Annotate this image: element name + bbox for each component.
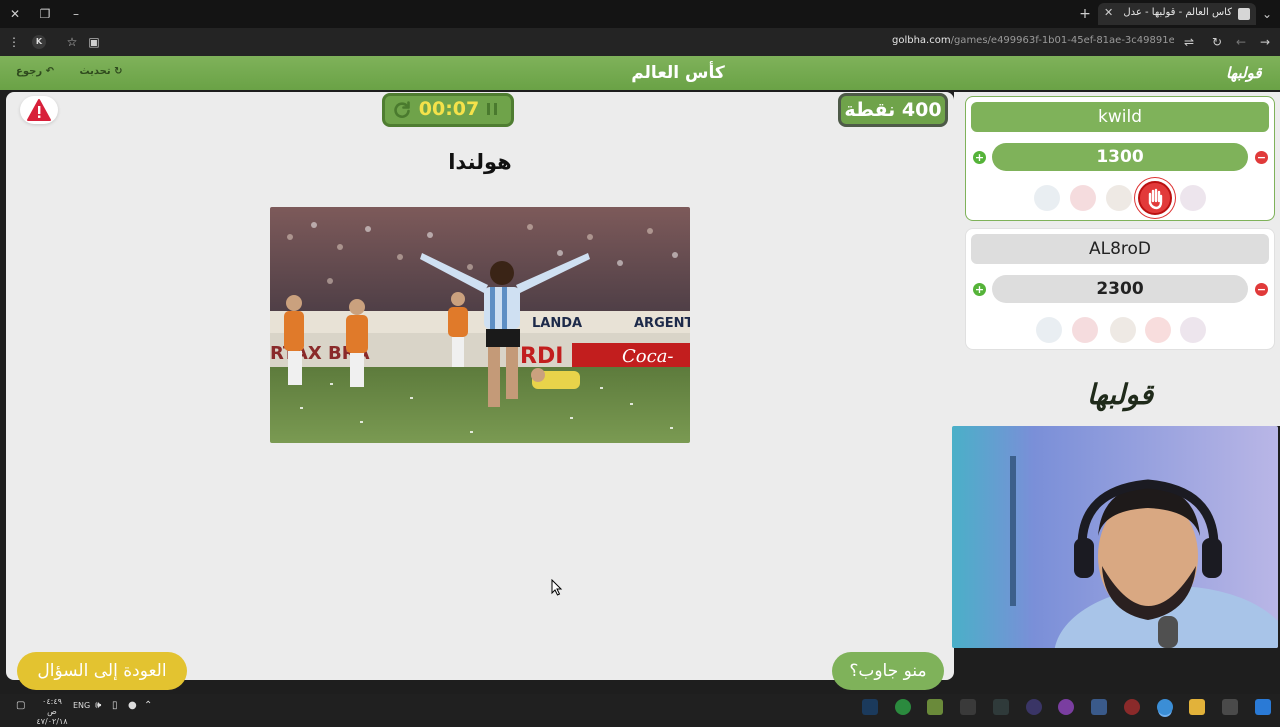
url-host: golbha.com: [892, 35, 951, 46]
back-icon[interactable]: →: [1257, 34, 1273, 50]
browser-tab[interactable]: ✕ كأس العالم - قولبها - عدل قبل لا: [1098, 3, 1256, 25]
webcam-feed: [952, 426, 1278, 648]
capcut-icon[interactable]: [960, 699, 976, 715]
refresh-button[interactable]: تحديث ↻: [74, 66, 128, 82]
timer-helper-icon[interactable]: [1036, 317, 1062, 343]
obs-icon[interactable]: [1058, 699, 1074, 715]
clock-time: ٠٤:٤٩ ص: [42, 697, 62, 716]
back-label: رجوع: [16, 66, 43, 77]
question-image: LANDA ARGENT RTAX BRA RDI Coca-: [270, 207, 690, 443]
xbox-icon[interactable]: [993, 699, 1009, 715]
url-field[interactable]: golbha.com/games/e499963f-1b01-45ef-81ae…: [892, 35, 1174, 46]
recorder-icon[interactable]: [1124, 699, 1140, 715]
report-button[interactable]: [20, 96, 58, 124]
pause-icon[interactable]: [485, 101, 499, 117]
subtract-score-icon[interactable]: −: [1255, 151, 1268, 164]
team-name: AL8roD: [971, 234, 1269, 264]
team-score: 2300: [992, 275, 1248, 303]
show-hidden-icons-icon[interactable]: ⌃: [144, 700, 152, 711]
refresh-icon: ↻: [114, 66, 123, 77]
chrome-icon[interactable]: [1157, 699, 1173, 715]
back-button[interactable]: رجوع ↶: [10, 66, 60, 82]
stop-hand-helper-icon[interactable]: [1138, 181, 1172, 215]
team-score: 1300: [992, 143, 1248, 171]
extensions-icon[interactable]: ▣: [86, 34, 102, 50]
taskbar-clock[interactable]: ٠٤:٤٩ ص ٤٧/٠٢/١٨: [36, 697, 68, 727]
swap-helper-icon[interactable]: [1070, 185, 1096, 211]
team-card-1: kwild + 1300 −: [965, 96, 1275, 221]
team-name: kwild: [971, 102, 1269, 132]
page-title: كأس العالم: [631, 63, 725, 83]
add-score-icon[interactable]: +: [973, 151, 986, 164]
taskbar: [0, 694, 1280, 720]
store-icon[interactable]: [1222, 699, 1238, 715]
return-to-question-button[interactable]: العودة إلى السؤال: [17, 652, 187, 690]
tab-favicon-icon: [1238, 8, 1250, 20]
question-text: هولندا: [448, 150, 512, 174]
dice-helper-icon[interactable]: [1180, 185, 1206, 211]
microphone-icon[interactable]: ●: [128, 700, 137, 711]
minimize-window-icon[interactable]: –: [68, 6, 84, 22]
dice-helper-icon[interactable]: [1180, 317, 1206, 343]
timer-value: 00:07: [418, 98, 480, 120]
forward-icon[interactable]: ←: [1233, 34, 1249, 50]
refresh-label: تحديث: [79, 66, 111, 77]
notifications-icon[interactable]: ▢: [16, 700, 25, 711]
svg-text:LANDA: LANDA: [532, 316, 582, 331]
new-tab-icon[interactable]: +: [1077, 6, 1093, 22]
webcam-overlay: [952, 426, 1278, 648]
two-answers-helper-icon[interactable]: [1106, 185, 1132, 211]
timer-helper-icon[interactable]: [1034, 185, 1060, 211]
sidebar-logo: قولبها: [1086, 378, 1154, 411]
stop-hand-helper-icon[interactable]: [1145, 317, 1171, 343]
restore-window-icon[interactable]: ❐: [37, 6, 53, 22]
clock-date: ٤٧/٠٢/١٨: [36, 717, 68, 726]
browser-menu-icon[interactable]: ⋮: [6, 34, 22, 50]
subtract-score-icon[interactable]: −: [1255, 283, 1268, 296]
file-explorer-icon[interactable]: [1189, 699, 1205, 715]
tab-search-icon[interactable]: ⌄: [1259, 6, 1275, 22]
svg-text:ARGENT: ARGENT: [634, 316, 690, 331]
site-settings-icon[interactable]: ⇌: [1181, 34, 1197, 50]
svg-text:RDI: RDI: [520, 344, 563, 369]
steam-icon[interactable]: [862, 699, 878, 715]
reload-icon[interactable]: ↻: [1209, 34, 1225, 50]
bookmark-star-icon[interactable]: ☆: [64, 34, 80, 50]
profile-avatar[interactable]: K: [32, 35, 46, 49]
tab-close-icon[interactable]: ✕: [1104, 6, 1113, 19]
utorrent-icon[interactable]: [895, 699, 911, 715]
speaker-icon[interactable]: 🕪: [95, 700, 101, 711]
close-window-icon[interactable]: ✕: [7, 6, 23, 22]
team-card-2: AL8roD + 2300 −: [965, 228, 1275, 350]
url-path: /games/e499963f-1b01-45ef-81ae-3c49891eb…: [950, 35, 1174, 46]
football-photo: LANDA ARGENT RTAX BRA RDI Coca-: [270, 207, 690, 443]
two-answers-helper-icon[interactable]: [1110, 317, 1136, 343]
phone-icon[interactable]: ▯: [112, 700, 118, 711]
timer-reset-icon[interactable]: [392, 100, 412, 120]
tab-title: كأس العالم - قولبها - عدل قبل لا: [1124, 7, 1232, 18]
who-answered-button[interactable]: منو جاوب؟: [832, 652, 944, 690]
mouse-cursor-icon: [551, 579, 563, 596]
add-score-icon[interactable]: +: [973, 283, 986, 296]
warning-icon: [27, 99, 51, 121]
swap-helper-icon[interactable]: [1072, 317, 1098, 343]
windows-start-icon[interactable]: [1255, 699, 1271, 715]
brand-logo[interactable]: قولبها: [1226, 64, 1262, 82]
app-icon[interactable]: [1091, 699, 1107, 715]
helper-tools: [1030, 181, 1210, 215]
language-indicator[interactable]: ENG: [73, 701, 90, 710]
svg-text:Coca-: Coca-: [622, 346, 674, 367]
helper-tools: [1030, 313, 1210, 347]
game-launcher-icon[interactable]: [927, 699, 943, 715]
undo-icon: ↶: [45, 66, 54, 77]
points-badge: 400 نقطة: [838, 93, 948, 127]
media-player-icon[interactable]: [1026, 699, 1042, 715]
